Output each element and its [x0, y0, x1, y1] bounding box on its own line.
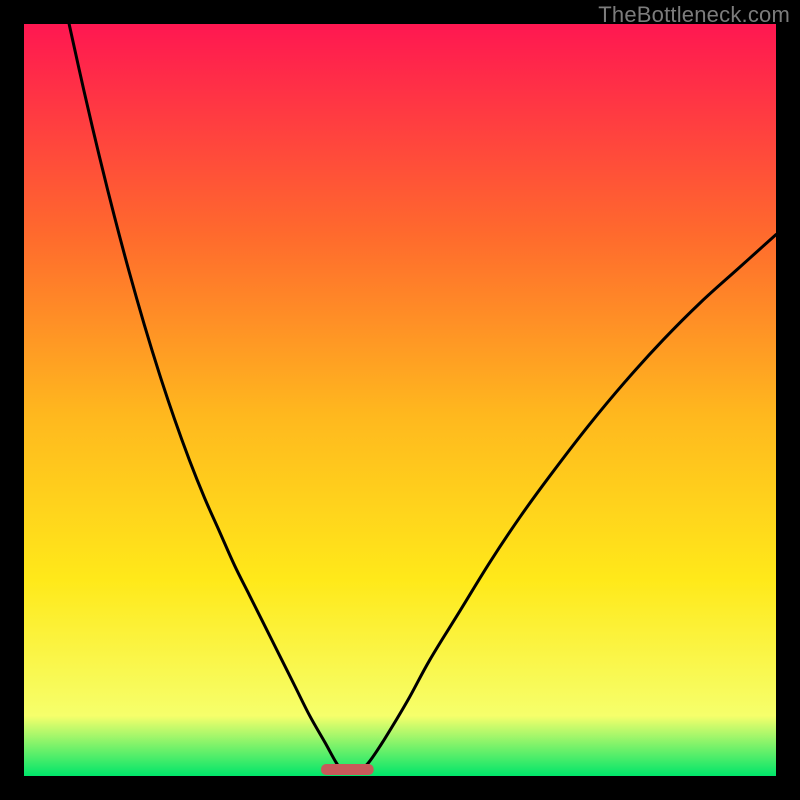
gradient-background	[24, 24, 776, 776]
minimum-marker	[321, 764, 374, 775]
chart-stage: TheBottleneck.com	[0, 0, 800, 800]
watermark-text: TheBottleneck.com	[598, 2, 790, 28]
plot-svg	[24, 24, 776, 776]
plot-area	[24, 24, 776, 776]
